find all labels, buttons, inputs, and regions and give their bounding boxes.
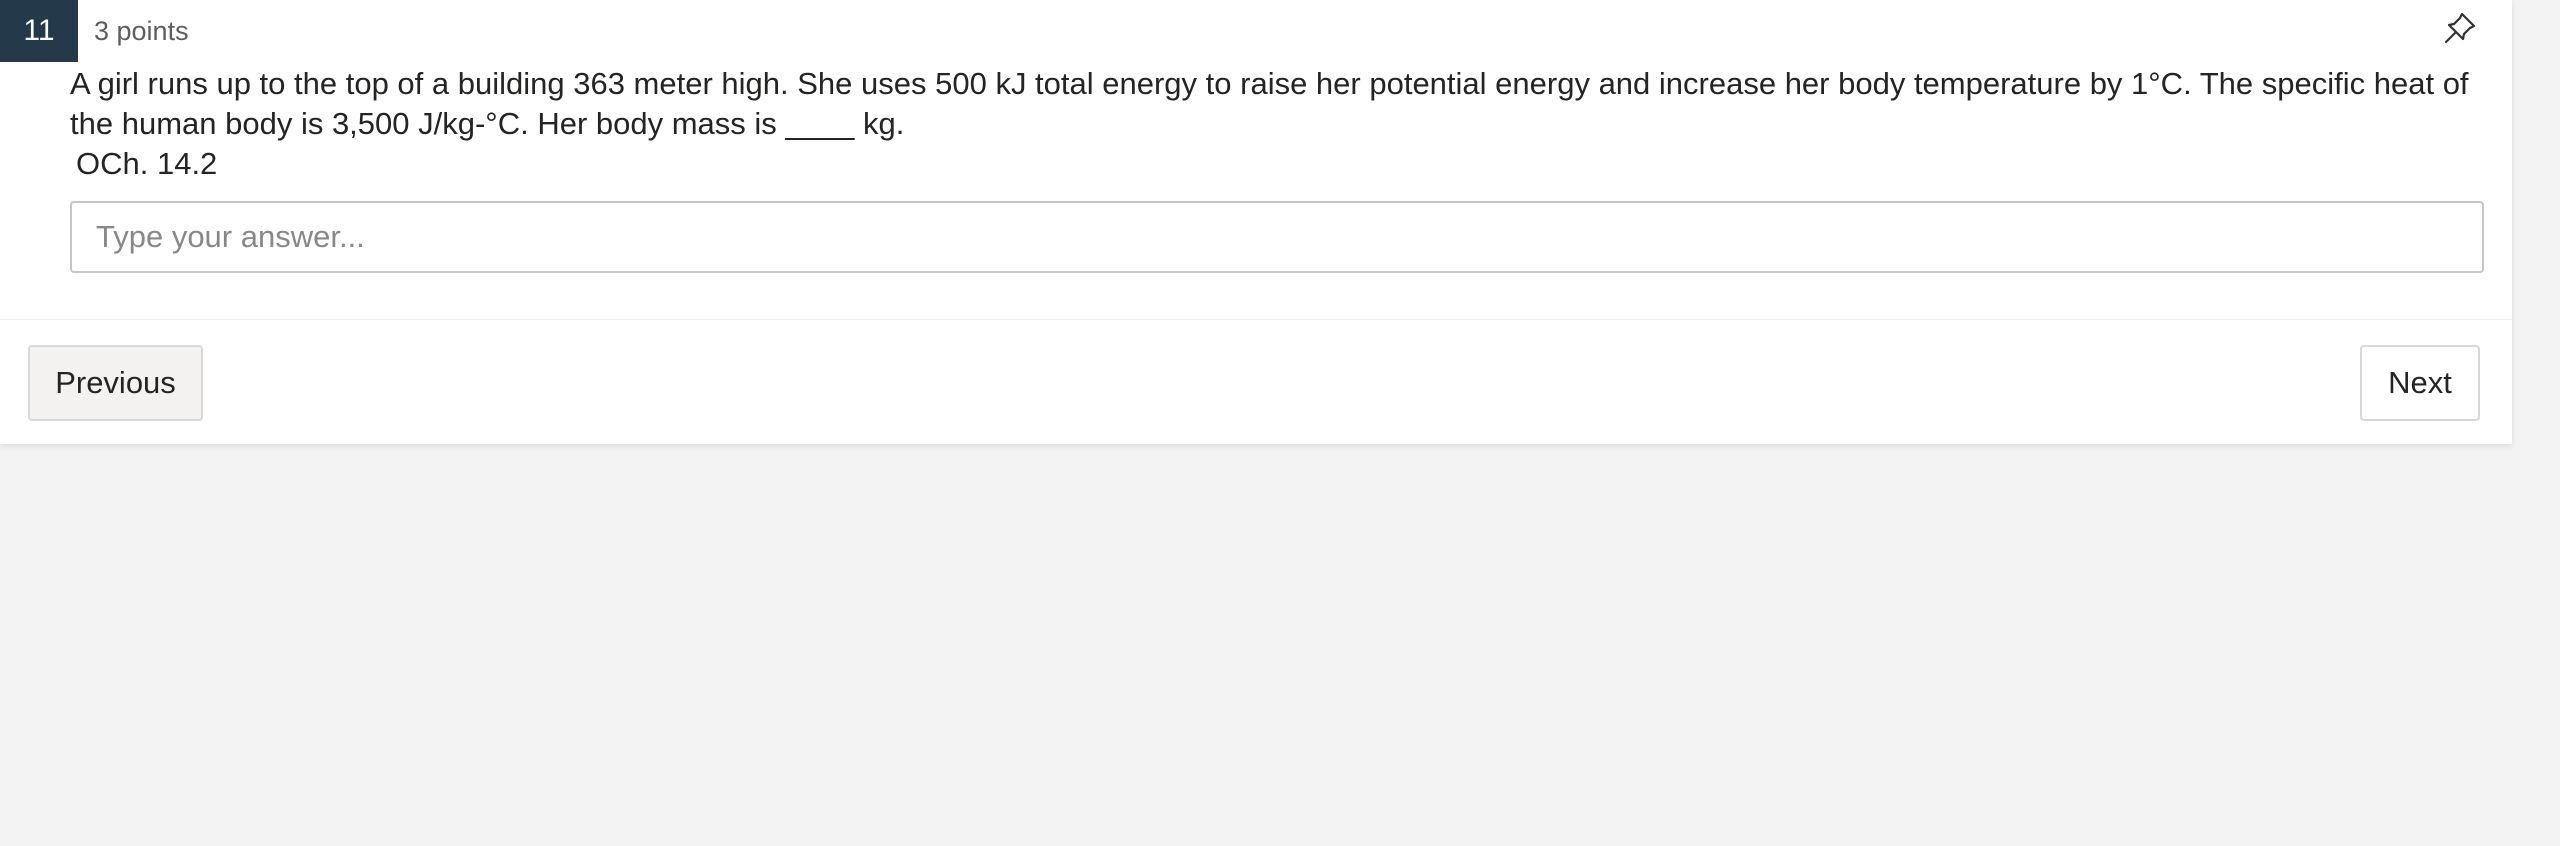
next-button[interactable]: Next: [2360, 345, 2480, 421]
pin-icon-svg: [2444, 12, 2476, 44]
question-text: A girl runs up to the top of a building …: [70, 66, 2469, 141]
question-reference: OCh. 14.2: [76, 146, 218, 181]
question-number: 11: [0, 0, 78, 62]
divider: [0, 319, 2512, 320]
question-card: 11 3 points A girl runs up to the top of…: [0, 0, 2512, 444]
previous-button[interactable]: Previous: [28, 345, 203, 421]
answer-input[interactable]: [70, 201, 2484, 273]
question-body: A girl runs up to the top of a building …: [70, 64, 2490, 184]
points-label: 3 points: [94, 16, 189, 46]
pin-icon[interactable]: [2440, 8, 2480, 48]
